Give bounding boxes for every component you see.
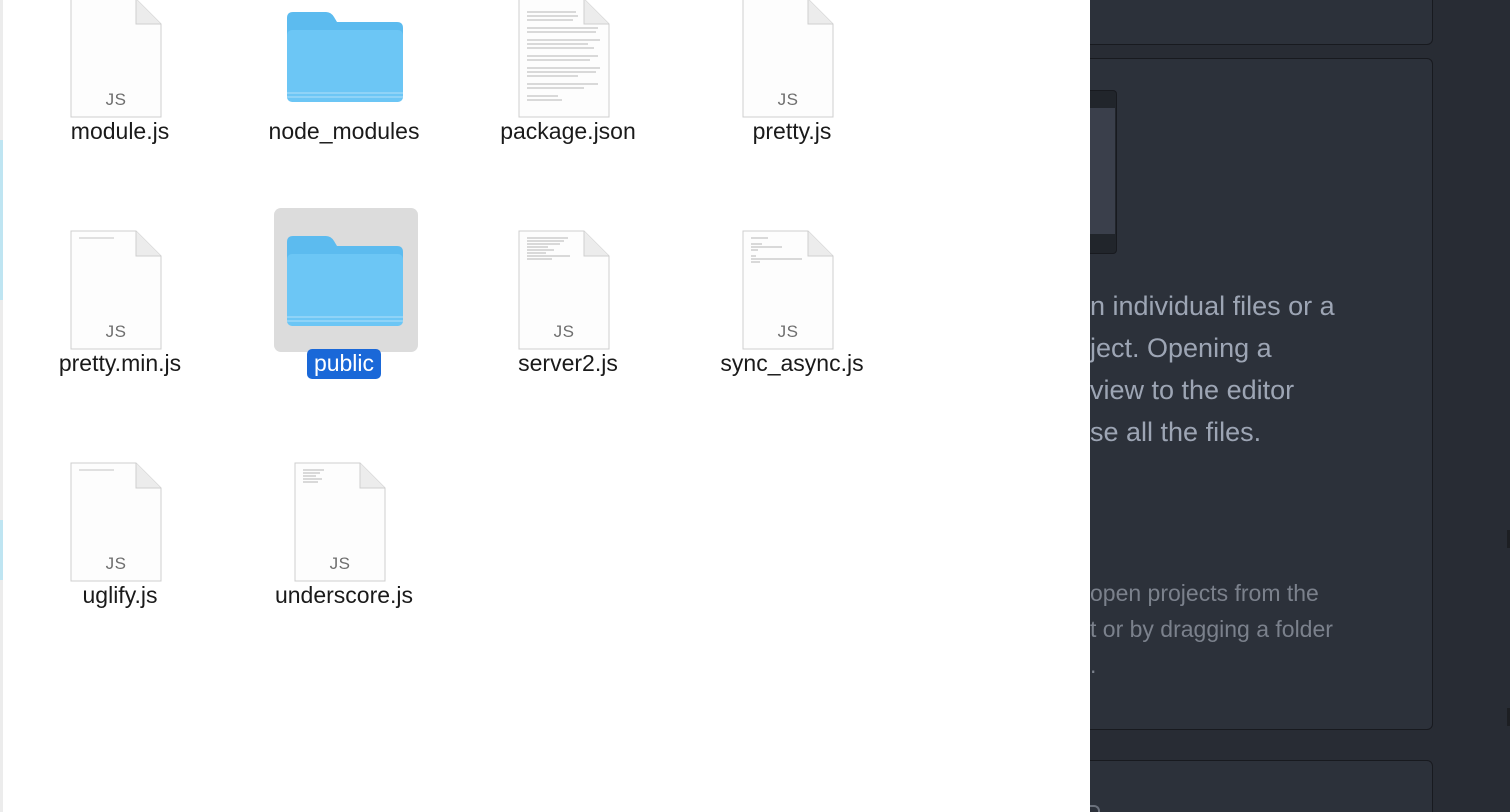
file-icon-container: JS: [46, 452, 190, 596]
intro-text-line: view to the editor: [1090, 375, 1295, 405]
file-item-pretty-js[interactable]: JS pretty.js: [702, 0, 882, 190]
file-type-label: JS: [777, 322, 799, 341]
folder-item-public[interactable]: public: [254, 208, 434, 422]
file-icon-container: JS: [270, 452, 414, 596]
file-name-label: module.js: [70, 118, 170, 144]
file-type-label: JS: [105, 322, 127, 341]
file-icon-container: JS: [718, 0, 862, 132]
js-file-icon: JS: [294, 462, 386, 582]
file-icon-container: JS: [494, 220, 638, 364]
intro-text-line: se all the files.: [1090, 417, 1262, 447]
js-file-icon: JS: [70, 230, 162, 350]
file-type-label: JS: [553, 322, 575, 341]
welcome-panel-bottom: [1090, 760, 1433, 812]
edge-highlight: [0, 140, 3, 300]
file-item-uglify-js[interactable]: JS uglify.js: [30, 454, 210, 654]
project-preview-image: [1090, 90, 1117, 254]
file-name-label: pretty.min.js: [58, 350, 182, 376]
folder-icon: [284, 232, 406, 330]
file-name-label: uglify.js: [82, 582, 158, 608]
js-file-icon: JS: [518, 230, 610, 350]
file-type-label: JS: [329, 554, 351, 573]
file-item-underscore-js[interactable]: JS underscore.js: [254, 454, 434, 654]
file-name-label: server2.js: [518, 350, 618, 376]
secondary-text-line: .: [1090, 652, 1097, 678]
file-icon-container: JS: [718, 220, 862, 364]
file-item-pretty-min-js[interactable]: JS pretty.min.js: [30, 222, 210, 422]
intro-text-line: ject. Opening a: [1090, 333, 1272, 363]
file-type-label: JS: [777, 90, 799, 109]
finder-icon-view: JS module.js node_modules package.json J…: [0, 0, 1090, 812]
folder-icon-container: [274, 208, 418, 352]
file-icon-container: [494, 0, 638, 132]
file-icon-container: JS: [46, 0, 190, 132]
folder-item-node-modules[interactable]: node_modules: [254, 0, 434, 190]
secondary-text-line: open projects from the: [1090, 580, 1319, 606]
js-file-icon: JS: [70, 462, 162, 582]
welcome-panel: n individual files or a ject. Opening a …: [1090, 58, 1433, 730]
file-name-label: underscore.js: [274, 582, 414, 608]
js-file-icon: JS: [742, 0, 834, 118]
folder-name-label: node_modules: [268, 118, 420, 144]
folder-name-label: public: [224, 349, 464, 379]
edge-highlight: [0, 520, 3, 580]
secondary-text-line: t or by dragging a folder: [1090, 616, 1333, 642]
file-item-server2-js[interactable]: JS server2.js: [478, 222, 658, 422]
file-icon-container: JS: [46, 220, 190, 364]
partial-glyph: [1090, 805, 1100, 812]
file-type-label: JS: [105, 90, 127, 109]
file-name-label: package.json: [500, 118, 636, 144]
file-item-module-js[interactable]: JS module.js: [30, 0, 210, 190]
js-file-icon: JS: [70, 0, 162, 118]
js-file-icon: JS: [742, 230, 834, 350]
editor-background: n individual files or a ject. Opening a …: [1090, 0, 1510, 812]
text-file-icon: [518, 0, 610, 118]
file-item-sync-async-js[interactable]: JS sync_async.js: [702, 222, 882, 422]
file-name-label: pretty.js: [752, 118, 832, 144]
file-name-label: sync_async.js: [720, 350, 864, 376]
folder-icon: [284, 8, 406, 106]
intro-text-line: n individual files or a: [1090, 291, 1335, 321]
welcome-panel-top: [1090, 0, 1433, 45]
file-item-package-json[interactable]: package.json: [478, 0, 658, 190]
folder-icon-container: [274, 0, 418, 132]
file-type-label: JS: [105, 554, 127, 573]
